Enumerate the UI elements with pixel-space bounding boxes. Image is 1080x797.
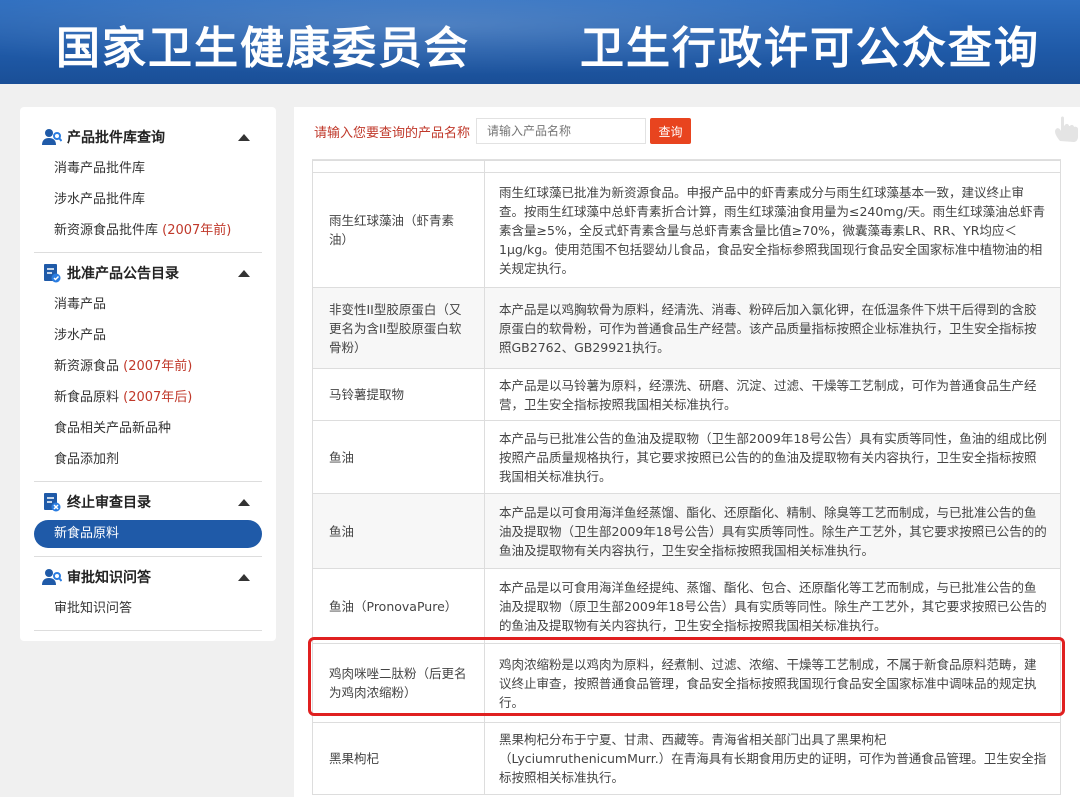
table-row: 马铃薯提取物 本产品是以马铃薯为原料，经漂洗、研磨、沉淀、过滤、干燥等工艺制成，…: [312, 368, 1061, 421]
sidebar: 产品批件库查询 消毒产品批件库 涉水产品批件库 新资源食品批件库 (2007年前…: [20, 107, 276, 641]
table-row-partial: [312, 160, 1061, 173]
product-name-cell: 鱼油（PronovaPure）: [312, 568, 485, 644]
table-row: 非变性II型胶原蛋白（又更名为含II型胶原蛋白软骨粉） 本产品是以鸡胸软骨为原料…: [312, 287, 1061, 369]
people-search-icon: [42, 127, 62, 147]
product-desc-cell: 黑果枸杞分布于宁夏、甘肃、西藏等。青海省相关部门出具了黑果枸杞（Lyciumru…: [484, 722, 1061, 795]
sidebar-section-approved-catalog: 批准产品公告目录 消毒产品 涉水产品 新资源食品 (2007年前) 新食品原料 …: [34, 257, 262, 482]
org-title: 国家卫生健康委员会: [56, 23, 470, 74]
product-name-cell: 鱼油: [312, 493, 485, 569]
sidebar-section-title: 终止审查目录: [67, 495, 151, 511]
sidebar-item[interactable]: 新资源食品 (2007年前): [34, 351, 262, 382]
search-bar: 请输入您要查询的产品名称 查询: [314, 117, 692, 145]
sidebar-section-header[interactable]: 审批知识问答: [34, 561, 262, 593]
sidebar-section-header[interactable]: 产品批件库查询: [34, 121, 262, 153]
doc-check-icon: [42, 263, 62, 283]
product-name-cell: 非变性II型胶原蛋白（又更名为含II型胶原蛋白软骨粉）: [312, 287, 485, 369]
collapse-caret-icon[interactable]: [238, 573, 250, 581]
sidebar-section-header[interactable]: 批准产品公告目录: [34, 257, 262, 289]
product-name-cell: 鱼油: [312, 420, 485, 494]
sidebar-item-active[interactable]: 新食品原料: [34, 520, 262, 548]
sidebar-section-title: 批准产品公告目录: [67, 266, 179, 282]
table-row-highlighted: 鸡肉咪唑二肽粉（后更名为鸡肉浓缩粉） 鸡肉浓缩粉是以鸡肉为原料，经煮制、过滤、浓…: [312, 643, 1061, 723]
sidebar-section-title: 产品批件库查询: [67, 130, 165, 146]
sidebar-section-header[interactable]: 终止审查目录: [34, 486, 262, 518]
product-desc-cell: 本产品与已批准公告的鱼油及提取物（卫生部2009年18号公告）具有实质等同性，鱼…: [484, 420, 1061, 494]
main-content: 请输入您要查询的产品名称 查询 雨生红球藻油（虾青素油） 雨生红球藻已批准为新资…: [294, 107, 1080, 797]
doc-stop-icon: [42, 492, 62, 512]
product-desc-cell: 本产品是以可食用海洋鱼经提纯、蒸馏、酯化、包合、还原酯化等工艺而制成，与已批准公…: [484, 568, 1061, 644]
table-row: 鱼油 本产品与已批准公告的鱼油及提取物（卫生部2009年18号公告）具有实质等同…: [312, 420, 1061, 494]
sidebar-section-qa: 审批知识问答 审批知识问答: [34, 561, 262, 631]
sidebar-section-terminated-review: 终止审查目录 新食品原料: [34, 486, 262, 557]
results-table-container: 雨生红球藻油（虾青素油） 雨生红球藻已批准为新资源食品。申报产品中的虾青素成分与…: [312, 159, 1061, 797]
table-row: 黑果枸杞 黑果枸杞分布于宁夏、甘肃、西藏等。青海省相关部门出具了黑果枸杞（Lyc…: [312, 722, 1061, 795]
sidebar-item[interactable]: 食品相关产品新品种: [34, 413, 262, 444]
sidebar-item[interactable]: 审批知识问答: [34, 593, 262, 624]
product-desc-cell: 本产品是以可食用海洋鱼经蒸馏、酯化、还原酯化、精制、除臭等工艺而制成，与已批准公…: [484, 493, 1061, 569]
collapse-caret-icon[interactable]: [238, 498, 250, 506]
sidebar-section-approval-query: 产品批件库查询 消毒产品批件库 涉水产品批件库 新资源食品批件库 (2007年前…: [34, 121, 262, 253]
table-row: 鱼油 本产品是以可食用海洋鱼经蒸馏、酯化、还原酯化、精制、除臭等工艺而制成，与已…: [312, 493, 1061, 569]
sidebar-item[interactable]: 涉水产品批件库: [34, 184, 262, 215]
collapse-caret-icon[interactable]: [238, 269, 250, 277]
search-input[interactable]: [476, 118, 647, 144]
sidebar-item[interactable]: 涉水产品: [34, 320, 262, 351]
sidebar-item[interactable]: 新食品原料 (2007年后): [34, 382, 262, 413]
product-desc-cell: 鸡肉浓缩粉是以鸡肉为原料，经煮制、过滤、浓缩、干燥等工艺制成，不属于新食品原料范…: [484, 643, 1061, 723]
product-name-cell: 黑果枸杞: [312, 722, 485, 795]
search-label: 请输入您要查询的产品名称: [314, 125, 471, 141]
product-name-cell: 雨生红球藻油（虾青素油）: [312, 172, 485, 288]
product-desc-cell: 本产品是以鸡胸软骨为原料，经清洗、消毒、粉碎后加入氯化钾，在低温条件下烘干后得到…: [484, 287, 1061, 369]
table-row: 鱼油（PronovaPure） 本产品是以可食用海洋鱼经提纯、蒸馏、酯化、包合、…: [312, 568, 1061, 644]
sidebar-item[interactable]: 消毒产品批件库: [34, 153, 262, 184]
results-table: 雨生红球藻油（虾青素油） 雨生红球藻已批准为新资源食品。申报产品中的虾青素成分与…: [312, 160, 1061, 795]
sidebar-item[interactable]: 食品添加剂: [34, 444, 262, 475]
table-row: 雨生红球藻油（虾青素油） 雨生红球藻已批准为新资源食品。申报产品中的虾青素成分与…: [312, 172, 1061, 288]
sidebar-section-title: 审批知识问答: [67, 570, 151, 586]
site-title: 卫生行政许可公众查询: [580, 23, 1040, 74]
product-desc-cell: 雨生红球藻已批准为新资源食品。申报产品中的虾青素成分与雨生红球藻基本一致，建议终…: [484, 172, 1061, 288]
people-qa-icon: [42, 567, 62, 587]
hand-pointer-icon: [1055, 116, 1078, 142]
collapse-caret-icon[interactable]: [238, 133, 250, 141]
product-name-cell: 马铃薯提取物: [312, 368, 485, 421]
product-name-cell: 鸡肉咪唑二肽粉（后更名为鸡肉浓缩粉）: [312, 643, 485, 723]
sidebar-item[interactable]: 消毒产品: [34, 289, 262, 320]
sidebar-item[interactable]: 新资源食品批件库 (2007年前): [34, 215, 262, 246]
search-button[interactable]: 查询: [650, 118, 692, 144]
header-banner: 国家卫生健康委员会 卫生行政许可公众查询: [0, 0, 1080, 84]
product-desc-cell: 本产品是以马铃薯为原料，经漂洗、研磨、沉淀、过滤、干燥等工艺制成，可作为普通食品…: [484, 368, 1061, 421]
